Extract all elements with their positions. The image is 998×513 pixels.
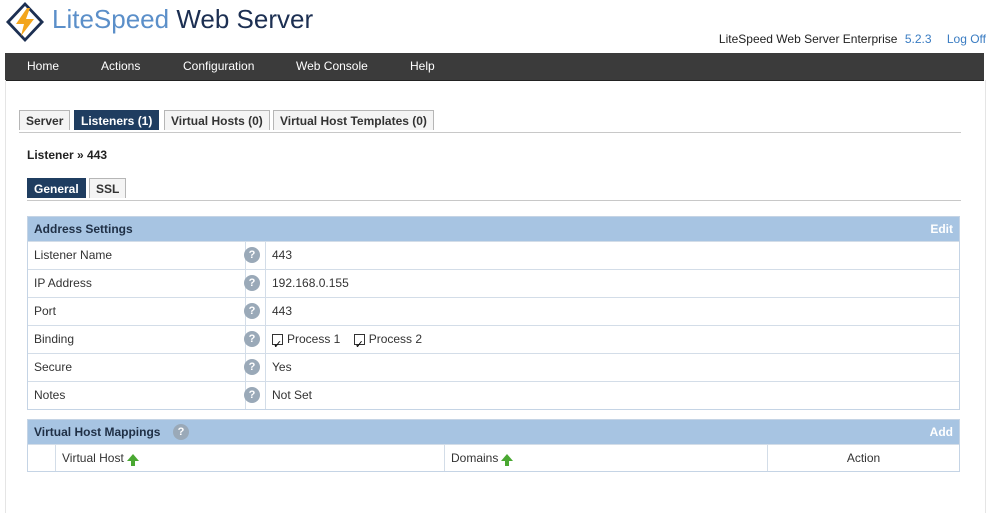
logo-web-server: Web Server — [176, 4, 314, 34]
checkbox-process-2[interactable] — [353, 332, 365, 358]
address-settings-panel: Address Settings Edit Listener Name ? 44… — [27, 216, 960, 410]
field-label: Notes — [28, 382, 246, 409]
sort-up-icon[interactable] — [501, 454, 514, 467]
listener-subtabs: General SSL — [27, 178, 961, 201]
column-action: Action — [767, 445, 959, 471]
tab-server[interactable]: Server — [19, 110, 71, 130]
nav-web-console[interactable]: Web Console — [296, 53, 368, 80]
logo-lite: LiteSpeed — [52, 4, 170, 34]
nav-actions[interactable]: Actions — [101, 53, 140, 80]
field-label: Binding — [28, 326, 246, 353]
row-listener-name: Listener Name ? 443 — [28, 241, 959, 269]
field-value: 443 — [272, 304, 293, 318]
address-settings-header: Address Settings Edit — [28, 217, 959, 241]
row-notes: Notes ? Not Set — [28, 381, 959, 409]
help-icon[interactable]: ? — [244, 247, 260, 263]
virtual-host-mappings-panel: Virtual Host Mappings ? Add Virtual Host… — [27, 419, 960, 472]
column-label: Virtual Host — [62, 451, 124, 465]
column-domains[interactable]: Domains — [444, 445, 767, 471]
row-binding: Binding ? Process 1 Process 2 — [28, 325, 959, 358]
sort-up-icon[interactable] — [126, 454, 139, 467]
binding-value: Process 1 Process 2 — [272, 326, 432, 358]
help-icon[interactable]: ? — [244, 331, 260, 347]
column-blank — [28, 445, 55, 471]
version-link[interactable]: 5.2.3 — [905, 32, 932, 46]
help-icon[interactable]: ? — [244, 275, 260, 291]
subtab-ssl[interactable]: SSL — [89, 178, 127, 198]
mappings-header: Virtual Host Mappings ? Add — [28, 420, 959, 444]
field-label: Secure — [28, 354, 246, 381]
help-icon[interactable]: ? — [244, 303, 260, 319]
field-value: 443 — [272, 248, 293, 262]
nav-home[interactable]: Home — [27, 53, 59, 80]
field-label: IP Address — [28, 270, 246, 297]
config-tabs: Server Listeners (1) Virtual Hosts (0) V… — [19, 110, 961, 133]
field-value: Not Set — [272, 388, 313, 402]
tab-virtual-host-templates[interactable]: Virtual Host Templates (0) — [273, 110, 434, 130]
product-name: LiteSpeed Web Server Enterprise — [718, 32, 898, 46]
field-label: Listener Name — [28, 242, 246, 269]
field-value: Yes — [272, 360, 292, 374]
tab-listeners[interactable]: Listeners (1) — [74, 110, 160, 130]
add-button[interactable]: Add — [930, 420, 953, 444]
address-settings-title: Address Settings — [34, 222, 133, 236]
mappings-title: Virtual Host Mappings — [34, 425, 161, 439]
field-label: Port — [28, 298, 246, 325]
help-icon[interactable]: ? — [244, 359, 260, 375]
version-line: LiteSpeed Web Server Enterprise 5.2.3 Lo… — [719, 32, 986, 46]
logo-text: LiteSpeed Web Server — [52, 3, 313, 35]
nav-configuration[interactable]: Configuration — [183, 53, 254, 80]
litespeed-logo-icon — [6, 2, 44, 42]
column-virtual-host[interactable]: Virtual Host — [55, 445, 444, 471]
field-value: 192.168.0.155 — [272, 276, 349, 290]
row-ip-address: IP Address ? 192.168.0.155 — [28, 269, 959, 297]
checkbox-label: Process 1 — [287, 332, 341, 346]
tab-virtual-hosts[interactable]: Virtual Hosts (0) — [164, 110, 270, 130]
row-port: Port ? 443 — [28, 297, 959, 325]
logoff-link[interactable]: Log Off — [947, 32, 986, 46]
nav-help[interactable]: Help — [410, 53, 435, 80]
subtab-general[interactable]: General — [27, 178, 86, 198]
column-label: Domains — [451, 451, 499, 465]
main-nav: Home Actions Configuration Web Console H… — [5, 53, 984, 81]
checkbox-label: Process 2 — [368, 332, 423, 346]
row-secure: Secure ? Yes — [28, 353, 959, 381]
help-icon[interactable]: ? — [173, 424, 189, 440]
breadcrumb: Listener » 443 — [27, 148, 108, 162]
checkbox-process-1[interactable] — [272, 332, 283, 358]
help-icon[interactable]: ? — [244, 387, 260, 403]
mappings-column-headers: Virtual Host Domains Action — [28, 444, 959, 471]
edit-button[interactable]: Edit — [930, 217, 953, 241]
header: LiteSpeed Web Server LiteSpeed Web Serve… — [0, 0, 998, 53]
